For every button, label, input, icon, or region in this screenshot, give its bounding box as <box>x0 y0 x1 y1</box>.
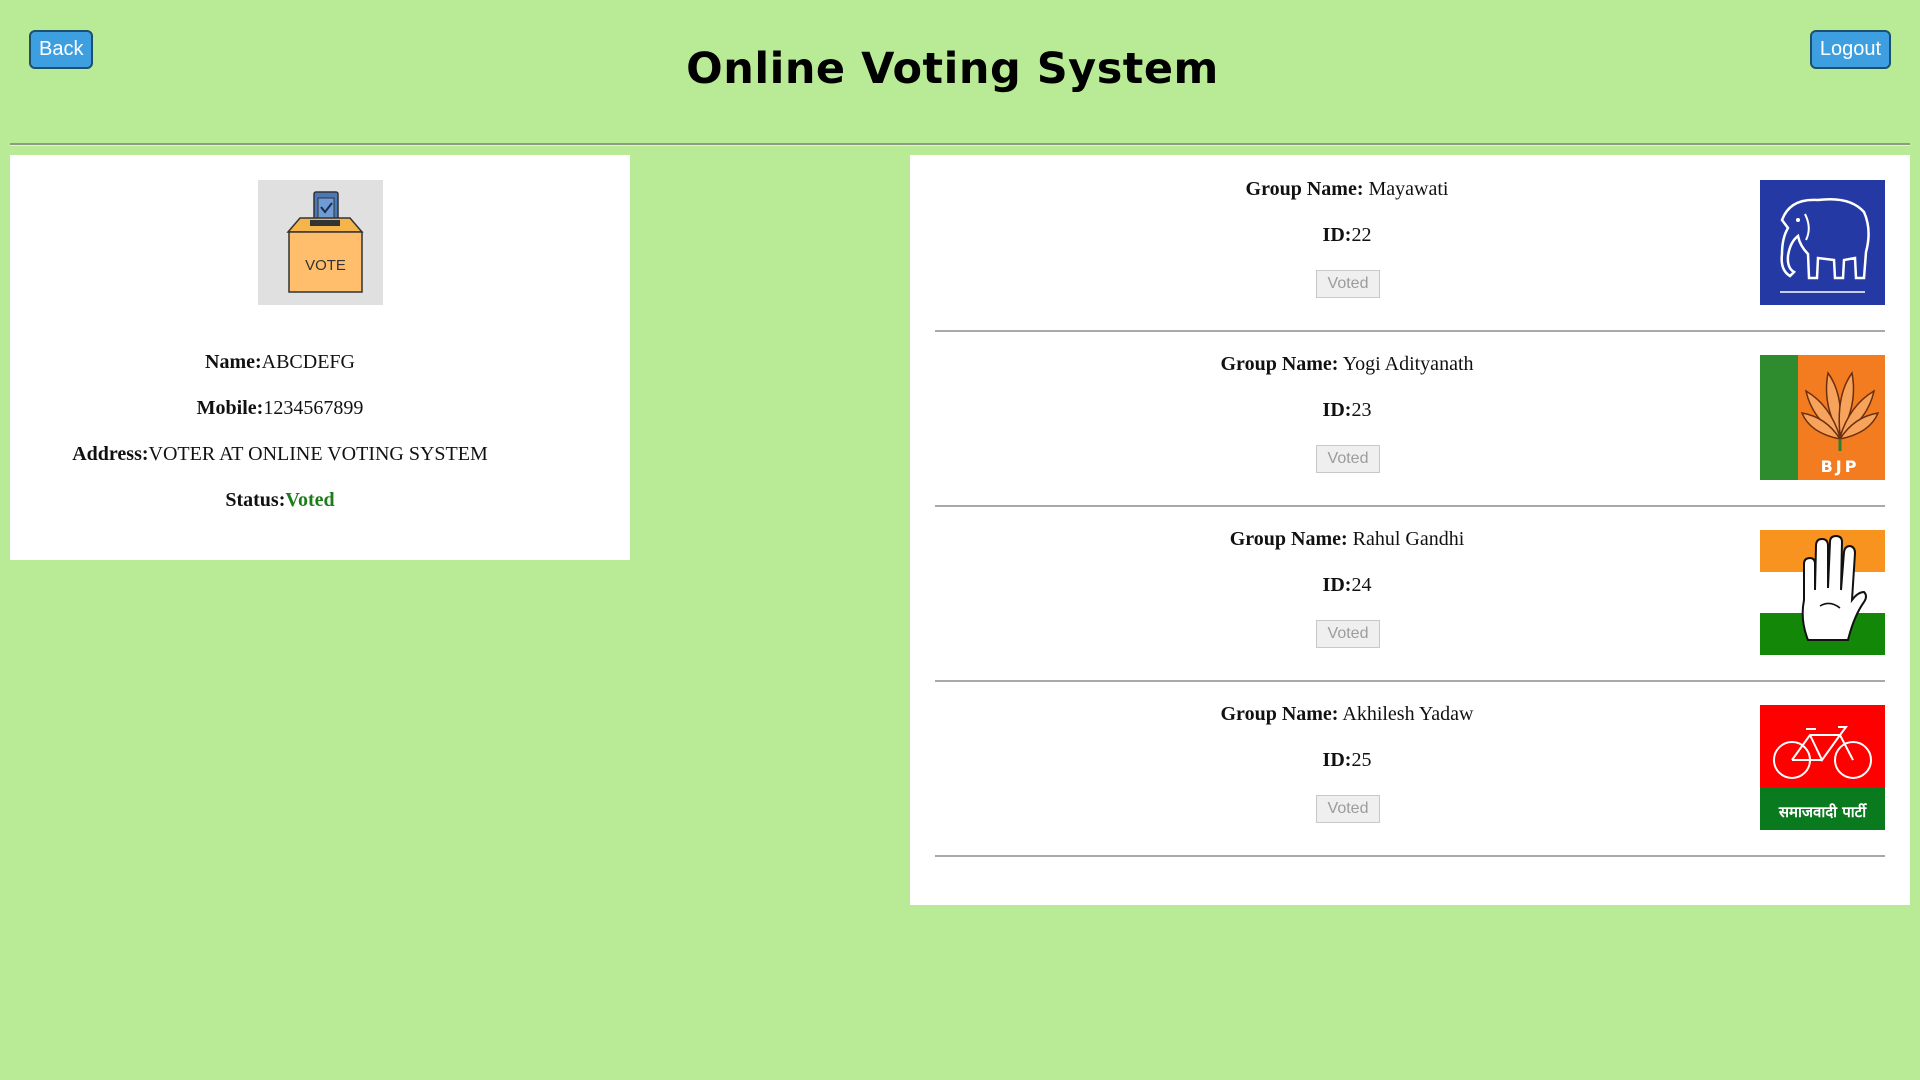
voter-address-label: Address: <box>72 443 149 465</box>
group-item-mayawati: Group Name: Mayawati ID:22 Voted <box>935 155 1885 332</box>
voter-profile-panel: VOTE Name:ABCDEFG Mobile:1234567899 Addr… <box>10 155 630 560</box>
voted-button[interactable]: Voted <box>1316 270 1380 298</box>
voter-name-label: Name: <box>205 351 262 373</box>
logout-button[interactable]: Logout <box>1809 30 1891 69</box>
voter-status: Status:Voted <box>0 489 590 512</box>
group-name-value: Mayawati <box>1368 178 1449 200</box>
group-name-value: Yogi Adityanath <box>1342 353 1474 375</box>
group-name: Group Name: Akhilesh Yadaw <box>935 703 1759 726</box>
ballot-box-icon: VOTE <box>258 180 383 305</box>
group-name-label: Group Name: <box>1245 178 1364 200</box>
group-item-akhilesh-yadaw: Group Name: Akhilesh Yadaw ID:25 Voted स… <box>935 680 1885 857</box>
group-id: ID:25 <box>935 749 1759 772</box>
voter-name-value: ABCDEFG <box>261 351 355 373</box>
group-name-value: Rahul Gandhi <box>1352 528 1465 550</box>
elephant-icon <box>1760 180 1885 305</box>
group-id: ID:24 <box>935 574 1759 597</box>
voter-mobile: Mobile:1234567899 <box>0 397 590 420</box>
page-title: Online Voting System <box>686 44 1219 94</box>
voter-name: Name:ABCDEFG <box>0 351 590 374</box>
voted-button[interactable]: Voted <box>1316 620 1380 648</box>
group-name-value: Akhilesh Yadaw <box>1342 703 1474 725</box>
group-item-yogi-adityanath: Group Name: Yogi Adityanath ID:23 Voted … <box>935 330 1885 507</box>
voter-mobile-value: 1234567899 <box>263 397 364 419</box>
logo-text: BJP <box>1821 457 1860 476</box>
voter-address-value: VOTER AT ONLINE VOTING SYSTEM <box>148 443 488 465</box>
header-divider <box>10 143 1910 146</box>
group-id: ID:23 <box>935 399 1759 422</box>
voter-mobile-label: Mobile: <box>196 397 264 419</box>
groups-list-panel: Group Name: Mayawati ID:22 Voted Group N… <box>910 155 1910 905</box>
bicycle-icon: समाजवादी पार्टी <box>1760 705 1885 830</box>
voter-address: Address:VOTER AT ONLINE VOTING SYSTEM <box>0 443 590 466</box>
group-id-label: ID: <box>1322 399 1352 421</box>
voted-button[interactable]: Voted <box>1316 445 1380 473</box>
group-name: Group Name: Rahul Gandhi <box>935 528 1759 551</box>
group-name: Group Name: Mayawati <box>935 178 1759 201</box>
group-item-rahul-gandhi: Group Name: Rahul Gandhi ID:24 Voted <box>935 505 1885 682</box>
group-name-label: Group Name: <box>1220 703 1339 725</box>
group-id: ID:22 <box>935 224 1759 247</box>
group-id-value: 24 <box>1351 574 1372 596</box>
lotus-icon: BJP <box>1760 355 1885 480</box>
group-name: Group Name: Yogi Adityanath <box>935 353 1759 376</box>
logo-text: समाजवादी पार्टी <box>1778 803 1867 821</box>
group-name-label: Group Name: <box>1220 353 1339 375</box>
ballot-box-text: VOTE <box>305 257 346 274</box>
voted-button[interactable]: Voted <box>1316 795 1380 823</box>
group-name-label: Group Name: <box>1229 528 1348 550</box>
group-id-label: ID: <box>1322 224 1352 246</box>
voter-status-label: Status: <box>225 489 286 511</box>
group-id-label: ID: <box>1322 574 1352 596</box>
group-id-value: 25 <box>1351 749 1372 771</box>
group-id-label: ID: <box>1322 749 1352 771</box>
hand-icon <box>1760 530 1885 655</box>
group-id-value: 23 <box>1351 399 1372 421</box>
group-id-value: 22 <box>1351 224 1372 246</box>
status-badge: Voted <box>285 489 335 511</box>
